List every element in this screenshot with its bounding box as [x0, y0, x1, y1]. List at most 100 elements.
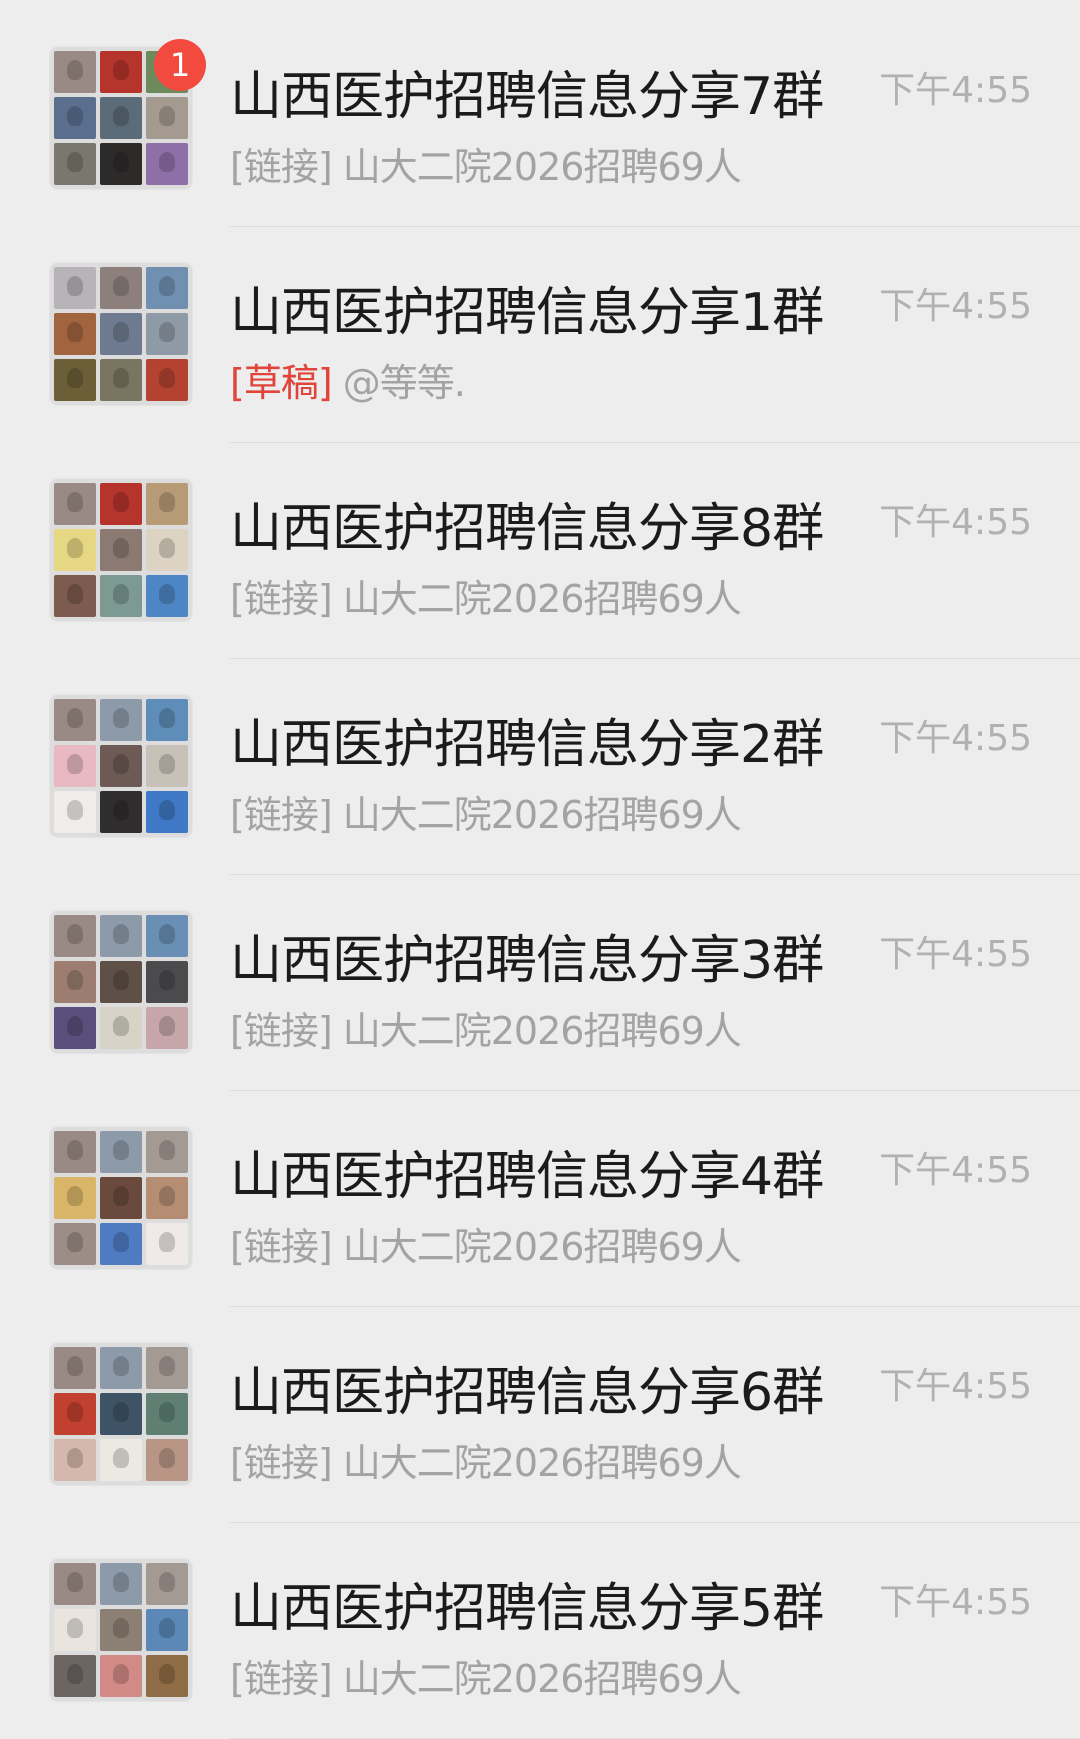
avatar-tile — [100, 529, 142, 571]
chat-row[interactable]: 山西医护招聘信息分享1群 [草稿] @等等. 下午4:55 — [0, 227, 1080, 443]
avatar-tile — [54, 97, 96, 139]
avatar-tile — [100, 1347, 142, 1389]
avatar-tile — [146, 791, 188, 833]
avatar-tile — [54, 1223, 96, 1265]
avatar-tile — [100, 51, 142, 93]
avatar-grid — [50, 1559, 192, 1701]
avatar-tile — [146, 1007, 188, 1049]
chat-row[interactable]: 山西医护招聘信息分享3群 [链接] 山大二院2026招聘69人 下午4:55 — [0, 875, 1080, 1091]
group-avatar[interactable] — [50, 1559, 192, 1701]
avatar-tile — [54, 359, 96, 401]
group-avatar[interactable] — [50, 263, 192, 405]
avatar-tile — [54, 1131, 96, 1173]
avatar-tile — [100, 699, 142, 741]
group-avatar[interactable] — [50, 479, 192, 621]
avatar-tile — [146, 97, 188, 139]
avatar-tile — [54, 1563, 96, 1605]
link-tag: [链接] — [230, 1657, 333, 1701]
avatar-tile — [54, 1439, 96, 1481]
avatar-tile — [100, 1177, 142, 1219]
group-avatar[interactable] — [50, 1127, 192, 1269]
preview-text: @等等. — [342, 361, 466, 405]
avatar-tile — [100, 1007, 142, 1049]
chat-title: 山西医护招聘信息分享4群 — [230, 1147, 824, 1207]
unread-badge: 1 — [154, 39, 206, 91]
message-time: 下午4:55 — [879, 718, 1032, 759]
preview-text: 山大二院2026招聘69人 — [342, 1657, 742, 1701]
avatar-tile — [100, 1439, 142, 1481]
message-preview: [草稿] @等等. — [230, 359, 466, 407]
avatar-tile — [100, 1563, 142, 1605]
message-time: 下午4:55 — [879, 502, 1032, 543]
avatar-tile — [100, 1131, 142, 1173]
message-time: 下午4:55 — [879, 934, 1032, 975]
link-tag: [链接] — [230, 1225, 333, 1269]
avatar-tile — [54, 1609, 96, 1651]
message-preview: [链接] 山大二院2026招聘69人 — [230, 1223, 742, 1271]
group-avatar[interactable] — [50, 911, 192, 1053]
chat-row[interactable]: 山西医护招聘信息分享4群 [链接] 山大二院2026招聘69人 下午4:55 — [0, 1091, 1080, 1307]
avatar-tile — [146, 1393, 188, 1435]
avatar-tile — [54, 915, 96, 957]
message-time: 下午4:55 — [879, 70, 1032, 111]
avatar-tile — [100, 961, 142, 1003]
chat-title: 山西医护招聘信息分享7群 — [230, 67, 824, 127]
avatar-tile — [146, 1223, 188, 1265]
group-avatar[interactable] — [50, 1343, 192, 1485]
chat-row[interactable]: 1 山西医护招聘信息分享7群 [链接] 山大二院2026招聘69人 下午4:55 — [0, 11, 1080, 227]
avatar-tile — [54, 791, 96, 833]
avatar-tile — [100, 313, 142, 355]
preview-spacer — [332, 1657, 343, 1701]
avatar-tile — [54, 1347, 96, 1389]
avatar-grid — [50, 479, 192, 621]
chat-row[interactable]: 山西医护招聘信息分享8群 [链接] 山大二院2026招聘69人 下午4:55 — [0, 443, 1080, 659]
chat-row[interactable]: 山西医护招聘信息分享2群 [链接] 山大二院2026招聘69人 下午4:55 — [0, 659, 1080, 875]
avatar-tile — [54, 575, 96, 617]
chat-title: 山西医护招聘信息分享5群 — [230, 1579, 824, 1639]
avatar-tile — [54, 961, 96, 1003]
draft-tag: [草稿] — [230, 361, 333, 405]
avatar-tile — [146, 915, 188, 957]
preview-text: 山大二院2026招聘69人 — [342, 793, 742, 837]
chat-row[interactable]: 山西医护招聘信息分享5群 [链接] 山大二院2026招聘69人 下午4:55 — [0, 1523, 1080, 1739]
avatar-tile — [54, 1177, 96, 1219]
avatar-tile — [146, 359, 188, 401]
chat-title: 山西医护招聘信息分享3群 — [230, 931, 824, 991]
message-preview: [链接] 山大二院2026招聘69人 — [230, 791, 742, 839]
group-avatar[interactable] — [50, 695, 192, 837]
preview-spacer — [332, 1225, 343, 1269]
avatar-tile — [146, 961, 188, 1003]
preview-spacer — [332, 361, 343, 405]
avatar-tile — [54, 483, 96, 525]
avatar-grid — [50, 695, 192, 837]
avatar-tile — [146, 1439, 188, 1481]
message-time: 下午4:55 — [879, 286, 1032, 327]
avatar-grid — [50, 263, 192, 405]
message-time: 下午4:55 — [879, 1582, 1032, 1623]
message-preview: [链接] 山大二院2026招聘69人 — [230, 1007, 742, 1055]
avatar-tile — [146, 1609, 188, 1651]
avatar-tile — [146, 267, 188, 309]
avatar-tile — [54, 51, 96, 93]
preview-spacer — [332, 1441, 343, 1485]
avatar-tile — [100, 143, 142, 185]
chat-row[interactable]: 山西医护招聘信息分享6群 [链接] 山大二院2026招聘69人 下午4:55 — [0, 1307, 1080, 1523]
avatar-tile — [146, 1655, 188, 1697]
avatar-tile — [146, 1347, 188, 1389]
avatar-tile — [54, 267, 96, 309]
avatar-tile — [100, 575, 142, 617]
group-avatar[interactable]: 1 — [50, 39, 206, 189]
preview-text: 山大二院2026招聘69人 — [342, 1225, 742, 1269]
message-preview: [链接] 山大二院2026招聘69人 — [230, 1655, 742, 1703]
avatar-tile — [54, 1393, 96, 1435]
chat-list: 1 山西医护招聘信息分享7群 [链接] 山大二院2026招聘69人 下午4:55 山西医… — [0, 0, 1080, 1739]
link-tag: [链接] — [230, 145, 333, 189]
avatar-tile — [54, 143, 96, 185]
message-preview: [链接] 山大二院2026招聘69人 — [230, 143, 742, 191]
avatar-tile — [146, 1563, 188, 1605]
avatar-tile — [146, 1131, 188, 1173]
avatar-tile — [146, 745, 188, 787]
avatar-tile — [100, 1223, 142, 1265]
avatar-tile — [54, 313, 96, 355]
avatar-tile — [146, 483, 188, 525]
